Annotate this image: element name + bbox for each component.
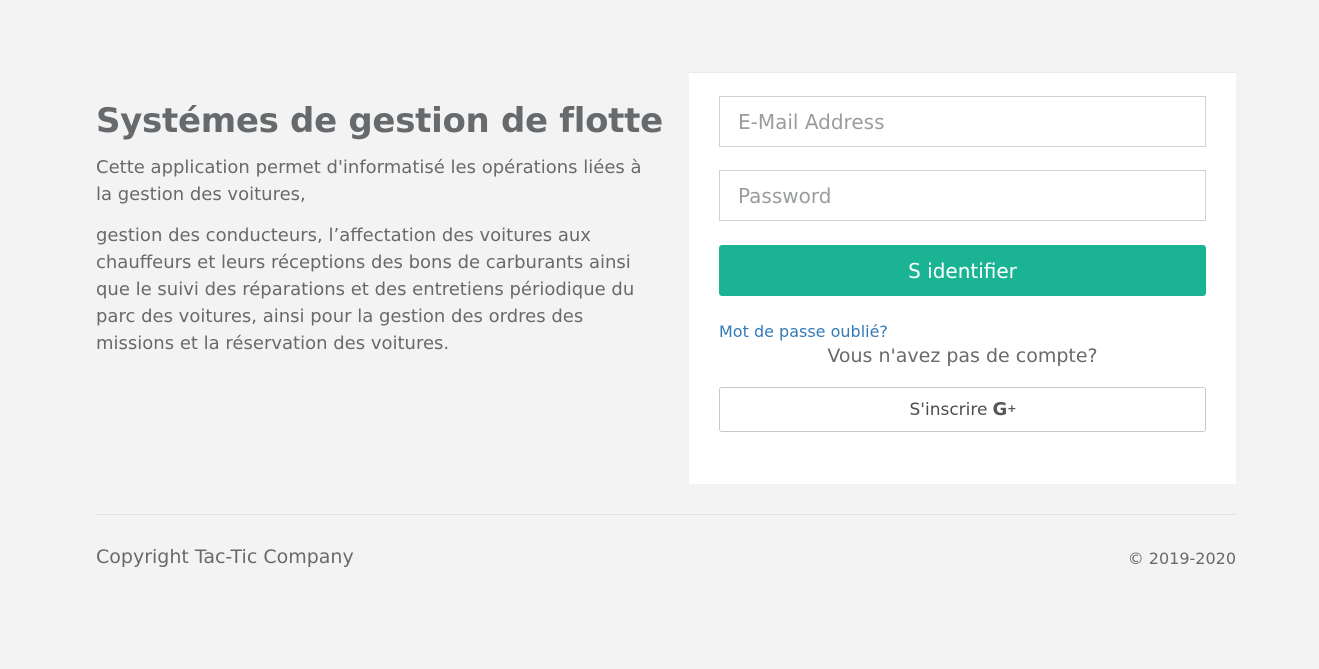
intro-section: Systémes de gestion de flotte Cette appl… [96,98,663,371]
copyright-years: © 2019-2020 [1127,549,1236,568]
email-field[interactable] [719,96,1206,147]
google-plus-icon: G+ [992,399,1016,420]
footer-divider [96,514,1236,515]
copyright-text: Copyright Tac-Tic Company [96,546,354,568]
register-label: S'inscrire [909,399,988,420]
login-button[interactable]: S identifier [719,245,1206,296]
no-account-text: Vous n'avez pas de compte? [827,345,1098,367]
intro-paragraph-2: gestion des conducteurs, l’affectation d… [96,225,635,354]
intro-paragraph-1: Cette application permet d'informatisé l… [96,157,642,205]
forgot-password-link[interactable]: Mot de passe oublié? [719,322,888,341]
page-title: Systémes de gestion de flotte [96,101,663,141]
password-field[interactable] [719,170,1206,221]
register-button[interactable]: S'inscrire G+ [719,387,1206,432]
login-card: S identifier Mot de passe oublié? Vous n… [689,72,1236,484]
